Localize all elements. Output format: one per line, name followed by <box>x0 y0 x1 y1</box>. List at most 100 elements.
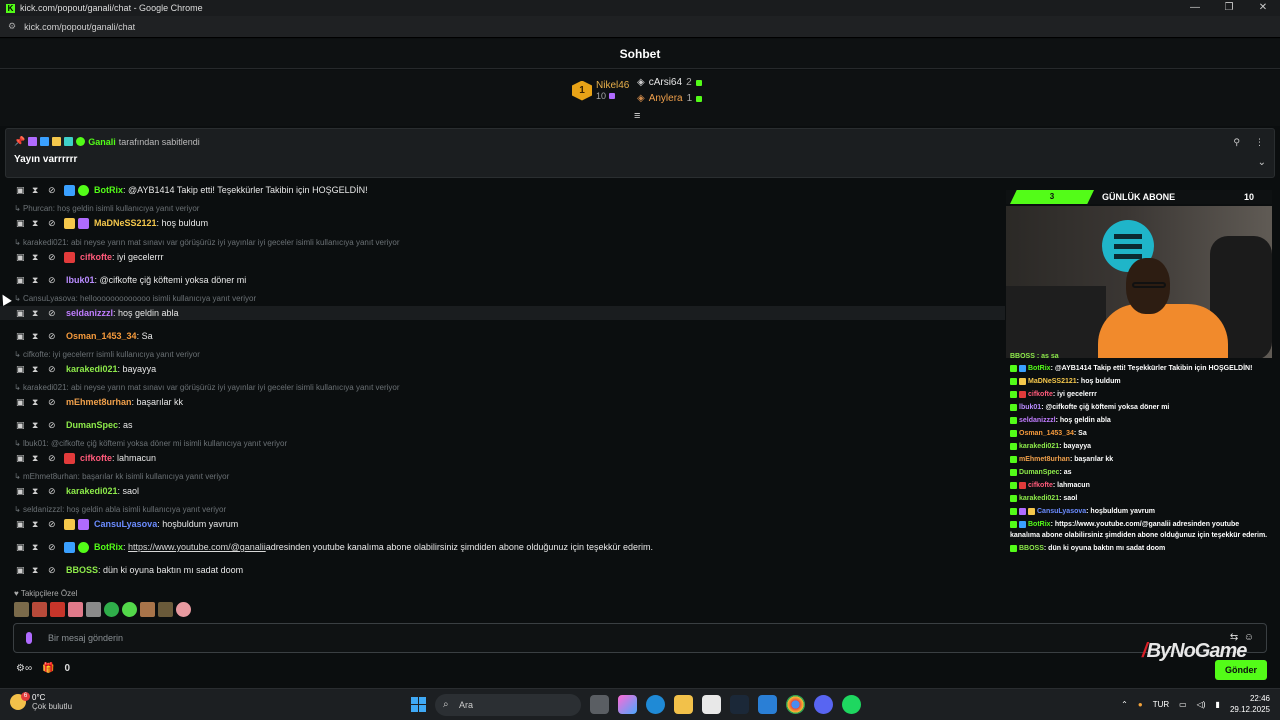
chat-message[interactable]: ▣ ⧗ ⊘ DumanSpec: as <box>16 418 133 432</box>
ban-icon[interactable]: ⊘ <box>48 218 64 229</box>
ban-icon[interactable]: ⊘ <box>48 486 64 497</box>
delete-icon[interactable]: ▣ <box>16 565 32 576</box>
timeout-icon[interactable]: ⧗ <box>32 486 48 497</box>
ban-icon[interactable]: ⊘ <box>48 308 64 319</box>
reply-context[interactable]: ↳ seldanizzzl: hoş geldin abla isimli ku… <box>14 505 226 514</box>
chat-message[interactable]: ▣ ⧗ ⊘ BotRix: https://www.youtube.com/@gan… <box>16 540 653 554</box>
volume-icon[interactable]: ◁) <box>1197 700 1206 709</box>
delete-icon[interactable]: ▣ <box>16 252 32 263</box>
spotify-icon[interactable] <box>842 695 861 714</box>
network-icon[interactable]: ▭ <box>1179 700 1187 709</box>
chevron-down-icon[interactable]: ⌄ <box>1258 157 1266 168</box>
ban-icon[interactable]: ⊘ <box>48 565 64 576</box>
mail-icon[interactable] <box>758 695 777 714</box>
timeout-icon[interactable]: ⧗ <box>32 519 48 530</box>
username[interactable]: Osman_1453_34 <box>66 331 137 341</box>
reply-context[interactable]: ↳ karakedi021: abi neyse yarın mat sınav… <box>14 238 400 247</box>
emote-icon[interactable] <box>104 602 119 617</box>
site-settings-icon[interactable]: ⚙ <box>8 21 16 32</box>
chevron-up-icon[interactable]: ⌃ <box>1121 700 1128 709</box>
emote-icon[interactable] <box>158 602 173 617</box>
expand-leaderboard-icon[interactable]: ≡ <box>634 110 640 122</box>
chrome-icon[interactable] <box>786 695 805 714</box>
edge-icon[interactable] <box>646 695 665 714</box>
username[interactable]: seldanizzzl <box>66 308 113 318</box>
reply-context[interactable]: ↳ lbuk01: @cifkofte çiğ köftemi yoksa dö… <box>14 439 287 448</box>
ban-icon[interactable]: ⊘ <box>48 364 64 375</box>
delete-icon[interactable]: ▣ <box>16 519 32 530</box>
delete-icon[interactable]: ▣ <box>16 185 32 196</box>
chat-message[interactable]: ▣ ⧗ ⊘ MaDNeSS2121: hoş buldum <box>16 216 208 230</box>
more-icon[interactable]: ⋮ <box>1255 137 1264 148</box>
delete-icon[interactable]: ▣ <box>16 453 32 464</box>
username[interactable]: MaDNeSS2121 <box>94 218 157 228</box>
username[interactable]: DumanSpec <box>66 420 118 430</box>
ban-icon[interactable]: ⊘ <box>48 519 64 530</box>
delete-icon[interactable]: ▣ <box>16 308 32 319</box>
close-button[interactable]: ✕ <box>1246 0 1280 16</box>
ban-icon[interactable]: ⊘ <box>48 453 64 464</box>
timeout-icon[interactable]: ⧗ <box>32 565 48 576</box>
reply-context[interactable]: ↳ karakedi021: abi neyse yarın mat sınav… <box>14 383 400 392</box>
store-icon[interactable] <box>702 695 721 714</box>
battery-icon[interactable]: ▮ <box>1216 700 1220 709</box>
timeout-icon[interactable]: ⧗ <box>32 252 48 263</box>
delete-icon[interactable]: ▣ <box>16 275 32 286</box>
emote-icon[interactable] <box>86 602 101 617</box>
chat-message[interactable]: ▣ ⧗ ⊘ CansuLyasova: hoşbuldum yavrum <box>16 517 238 531</box>
reply-context[interactable]: ↳ CansuLyasova: hellooooooooooooo isimli… <box>14 294 256 303</box>
username[interactable]: mEhmet8urhan <box>66 397 132 407</box>
leaderboard-second[interactable]: ◈ cArsi64 2 <box>637 77 702 88</box>
steam-icon[interactable] <box>730 695 749 714</box>
timeout-icon[interactable]: ⧗ <box>32 364 48 375</box>
username[interactable]: cifkofte <box>80 453 112 463</box>
username[interactable]: lbuk01 <box>66 275 95 285</box>
ban-icon[interactable]: ⊘ <box>48 275 64 286</box>
timeout-icon[interactable]: ⧗ <box>32 185 48 196</box>
chat-message[interactable]: ▣ ⧗ ⊘ mEhmet8urhan: başarılar kk <box>16 395 183 409</box>
ban-icon[interactable]: ⊘ <box>48 185 64 196</box>
emote-icon[interactable] <box>14 602 29 617</box>
taskbar-search[interactable]: ⌕ Ara <box>435 694 581 716</box>
windows-start-icon[interactable] <box>411 697 426 712</box>
unpin-icon[interactable]: ⚲ <box>1233 137 1240 148</box>
username[interactable]: karakedi021 <box>66 486 118 496</box>
maximize-button[interactable]: ❐ <box>1212 0 1246 16</box>
chat-message[interactable]: ▣ ⧗ ⊘ BBOSS: dün ki oyuna baktın mı sadat … <box>16 563 243 577</box>
username[interactable]: cifkofte <box>80 252 112 262</box>
emote-icon[interactable] <box>68 602 83 617</box>
file-explorer-icon[interactable] <box>674 695 693 714</box>
timeout-icon[interactable]: ⧗ <box>32 331 48 342</box>
delete-icon[interactable]: ▣ <box>16 364 32 375</box>
message-link[interactable]: https://www.youtube.com/@ganalii <box>128 542 266 552</box>
chat-message[interactable]: ▣ ⧗ ⊘ cifkofte: iyi gecelerrr <box>16 250 164 264</box>
timeout-icon[interactable]: ⧗ <box>32 420 48 431</box>
emote-icon[interactable] <box>140 602 155 617</box>
emote-icon[interactable] <box>50 602 65 617</box>
timeout-icon[interactable]: ⧗ <box>32 308 48 319</box>
chat-message[interactable]: ▣ ⧗ ⊘ Osman_1453_34: Sa <box>16 329 153 343</box>
timeout-icon[interactable]: ⧗ <box>32 453 48 464</box>
chat-message[interactable]: ▣ ⧗ ⊘ BotRix: @AYB1414 Takip etti! Teşekkü… <box>16 183 368 197</box>
reply-context[interactable]: ↳ mEhmet8urhan: başarılar kk isimli kull… <box>14 472 229 481</box>
leaderboard-third[interactable]: ◈ Anylera 1 <box>637 93 703 104</box>
timeout-icon[interactable]: ⧗ <box>32 275 48 286</box>
address-bar[interactable]: ⚙ kick.com/popout/ganali/chat <box>0 16 1280 38</box>
delete-icon[interactable]: ▣ <box>16 486 32 497</box>
microphone-icon[interactable]: ● <box>1138 700 1143 709</box>
leaderboard-first[interactable]: 1 Nikel46 10 <box>572 80 629 101</box>
chat-message[interactable]: ▣ ⧗ ⊘ cifkofte: lahmacun <box>16 451 156 465</box>
copilot-icon[interactable] <box>618 695 637 714</box>
chat-message[interactable]: ▣ ⧗ ⊘ karakedi021: saol <box>16 484 139 498</box>
username[interactable]: BotRix <box>94 542 123 552</box>
gift-icon[interactable]: 🎁 <box>42 663 54 674</box>
clock[interactable]: 22:46 29.12.2025 <box>1230 693 1270 715</box>
chat-message[interactable]: ▣ ⧗ ⊘ seldanizzzl: hoş geldin abla <box>0 306 1005 320</box>
send-button[interactable]: Gönder <box>1215 660 1267 680</box>
emote-icon[interactable] <box>176 602 191 617</box>
timeout-icon[interactable]: ⧗ <box>32 218 48 229</box>
chat-message[interactable]: ▣ ⧗ ⊘ lbuk01: @cifkofte çiğ köftemi yoksa … <box>16 273 246 287</box>
username[interactable]: CansuLyasova <box>94 519 157 529</box>
microphone-icon[interactable] <box>26 632 32 644</box>
delete-icon[interactable]: ▣ <box>16 397 32 408</box>
